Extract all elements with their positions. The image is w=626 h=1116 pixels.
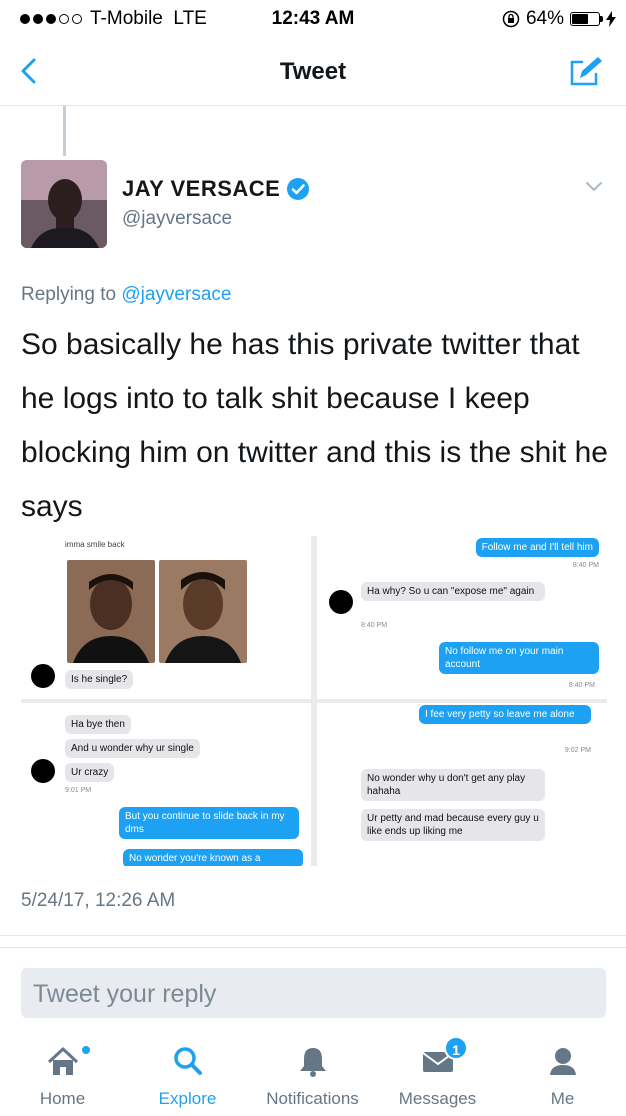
message-bubble: No wonder you're known as a bbox=[123, 849, 303, 866]
media-grid[interactable]: imma smile back Is he single? Follow me … bbox=[21, 536, 607, 866]
message-time: 8:40 PM bbox=[568, 682, 595, 689]
battery-percent: 64% bbox=[525, 8, 564, 29]
bell-icon bbox=[300, 1048, 326, 1077]
replying-mention-link[interactable]: @jayversace bbox=[121, 284, 231, 305]
tab-messages-label: Messages bbox=[398, 1089, 477, 1108]
tab-notifications[interactable]: Notifications bbox=[250, 1030, 375, 1116]
tab-bar: Home Explore Notifications 1 Messages Me bbox=[0, 1030, 626, 1116]
media-image-3[interactable]: Ha bye then And u wonder why ur single U… bbox=[21, 703, 311, 866]
avatar-portrait bbox=[21, 160, 107, 248]
message-time: 9:01 PM bbox=[65, 787, 92, 794]
message-bubble: I fee very petty so leave me alone bbox=[419, 705, 591, 724]
avatar[interactable] bbox=[21, 160, 107, 248]
tweet-text: So basically he has this private twitter… bbox=[21, 328, 608, 523]
contact-avatar bbox=[31, 759, 55, 783]
message-bubble: And u wonder why ur single bbox=[65, 739, 200, 758]
media-image-1[interactable]: imma smile back Is he single? bbox=[21, 536, 311, 699]
replying-prefix: Replying to bbox=[21, 284, 117, 305]
contact-avatar bbox=[329, 590, 353, 614]
contact-avatar bbox=[31, 664, 55, 688]
reply-input[interactable]: Tweet your reply bbox=[21, 968, 606, 1018]
message-bubble: Ha why? So u can "expose me" again bbox=[361, 582, 545, 601]
message-bubble: No follow me on your main account bbox=[439, 642, 599, 674]
home-icon bbox=[47, 1047, 79, 1075]
message-bubble: Ha bye then bbox=[65, 715, 131, 734]
messages-badge: 1 bbox=[444, 1036, 468, 1060]
search-icon bbox=[174, 1047, 202, 1075]
author-name[interactable]: JAY VERSACE bbox=[122, 176, 310, 202]
replying-to: Replying to @jayversace bbox=[21, 284, 231, 306]
tab-explore-label: Explore bbox=[158, 1089, 217, 1108]
message-bubble: Ur crazy bbox=[65, 763, 115, 782]
tab-home[interactable]: Home bbox=[0, 1030, 125, 1116]
compose-icon[interactable] bbox=[568, 54, 604, 88]
new-content-dot bbox=[82, 1046, 90, 1054]
message-time: 9:02 PM bbox=[564, 747, 591, 754]
media-caption: imma smile back bbox=[65, 540, 125, 549]
author-handle[interactable]: @jayversace bbox=[122, 208, 232, 230]
tab-me[interactable]: Me bbox=[500, 1030, 625, 1116]
message-bubble: Follow me and I'll tell him bbox=[475, 538, 599, 557]
charging-bolt-icon bbox=[606, 11, 616, 27]
orientation-lock-icon bbox=[502, 10, 520, 28]
tab-messages[interactable]: 1 Messages bbox=[375, 1030, 500, 1116]
tweet-timestamp: 5/24/17, 12:26 AM bbox=[21, 890, 176, 911]
message-bubble: No wonder why u don't get any play hahah… bbox=[361, 769, 545, 801]
divider bbox=[0, 935, 626, 936]
media-image-4[interactable]: I fee very petty so leave me alone 9:02 … bbox=[317, 703, 607, 866]
tab-notifications-label: Notifications bbox=[266, 1089, 359, 1108]
tab-home-label: Home bbox=[39, 1089, 86, 1108]
status-bar: T-Mobile LTE 12:43 AM 64% bbox=[0, 0, 626, 36]
tab-explore[interactable]: Explore bbox=[125, 1030, 250, 1116]
message-time: 8:40 PM bbox=[572, 562, 599, 569]
person-icon bbox=[550, 1048, 576, 1075]
selfie-photo bbox=[67, 560, 155, 663]
page-title: Tweet bbox=[279, 58, 347, 85]
nav-bar: Tweet bbox=[0, 36, 626, 106]
message-bubble: Ur petty and mad because every guy u lik… bbox=[361, 809, 545, 841]
thread-line bbox=[63, 106, 66, 156]
verified-badge-icon bbox=[287, 178, 310, 200]
tab-me-label: Me bbox=[550, 1089, 575, 1108]
message-bubble: Is he single? bbox=[65, 670, 134, 689]
battery-icon bbox=[570, 12, 603, 26]
chevron-down-icon[interactable] bbox=[584, 180, 604, 194]
author-name-label: JAY VERSACE bbox=[122, 176, 281, 201]
divider bbox=[0, 947, 626, 948]
message-time: 8:40 PM bbox=[361, 622, 388, 629]
battery-group: 64% bbox=[502, 8, 616, 30]
media-image-2[interactable]: Follow me and I'll tell him 8:40 PM Ha w… bbox=[317, 536, 607, 699]
message-bubble: But you continue to slide back in my dms bbox=[119, 807, 299, 839]
selfie-photo bbox=[159, 560, 247, 663]
